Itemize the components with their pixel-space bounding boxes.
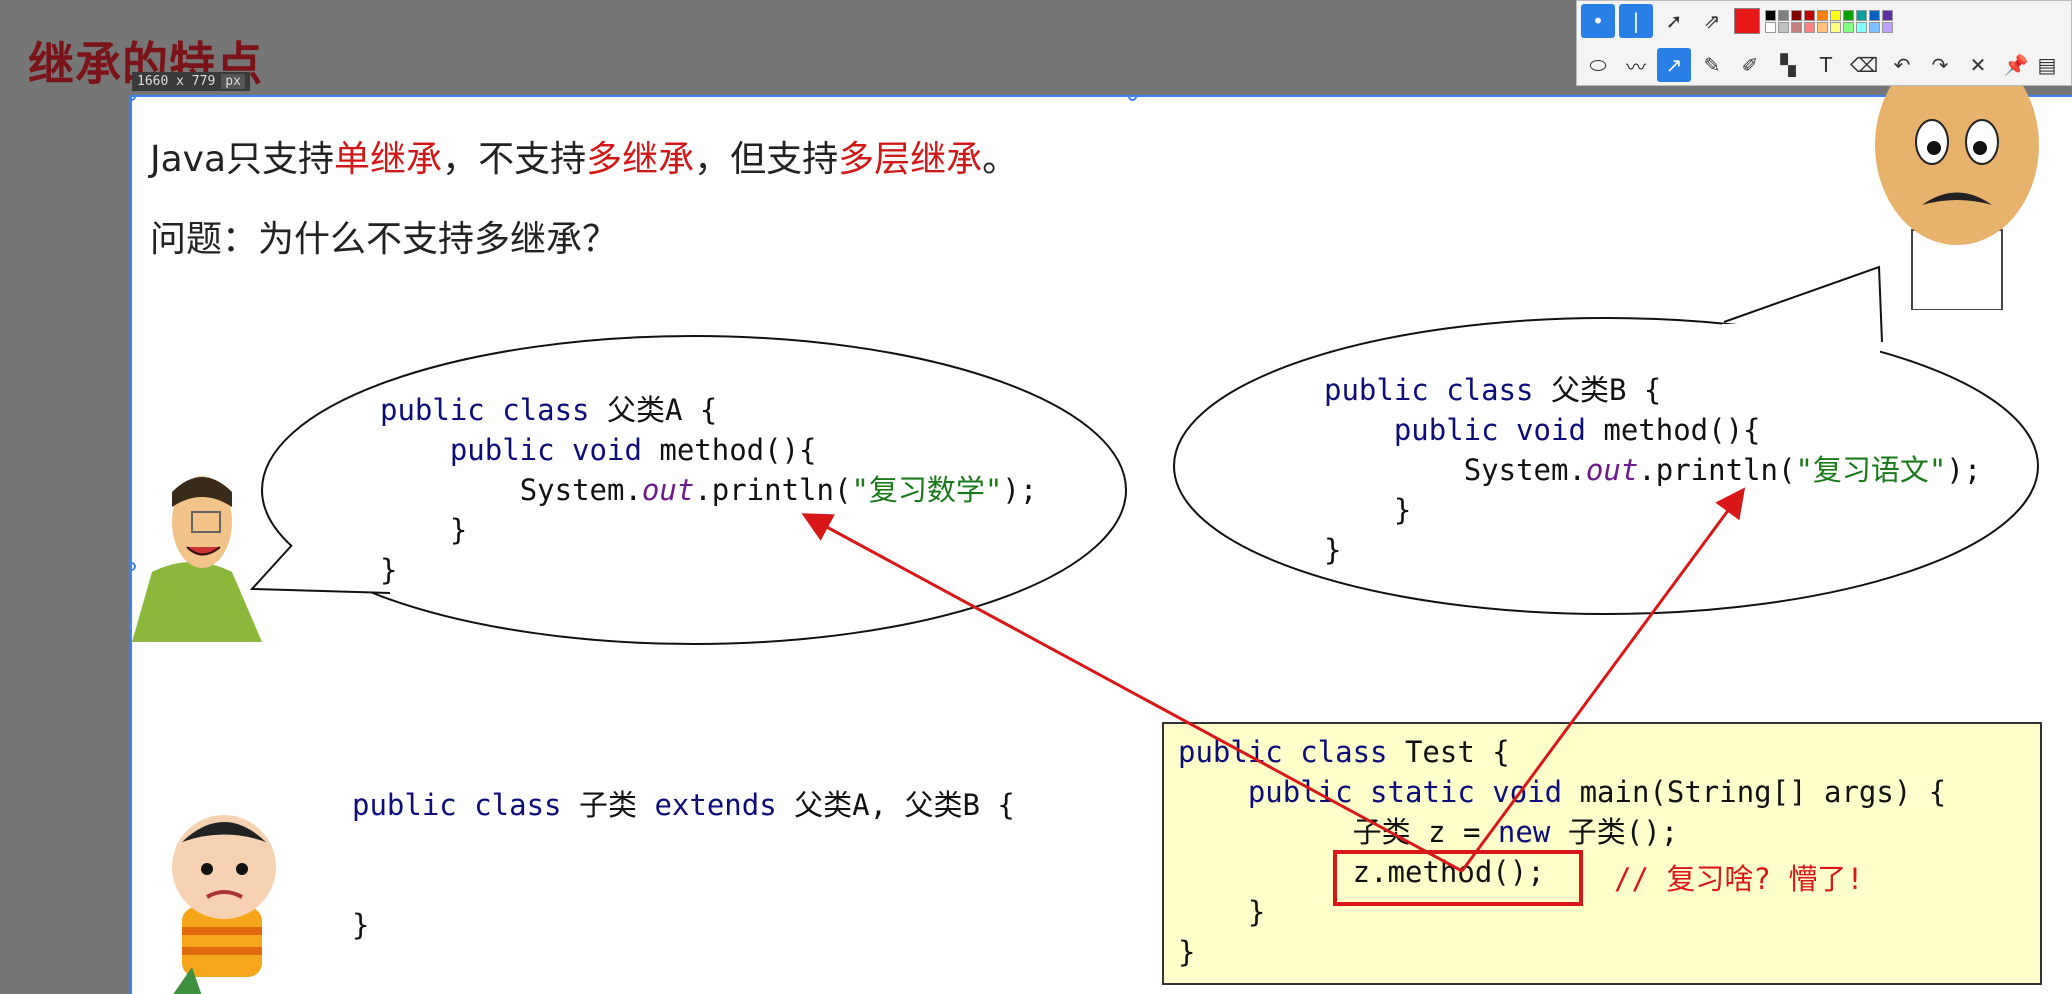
palette-color-swatch[interactable]: [1830, 9, 1841, 21]
palette-color-swatch[interactable]: [1869, 9, 1880, 21]
code-class-a: public class 父类A { public void method(){…: [380, 393, 1038, 587]
undo-icon[interactable]: ↶: [1885, 48, 1919, 82]
palette-color-swatch[interactable]: [1817, 9, 1828, 21]
selection-size-badge: 1660 x 779 px: [132, 72, 250, 91]
arrow-style-filled-icon[interactable]: ➚: [1657, 4, 1691, 38]
mosaic-tool-icon[interactable]: ▚: [1771, 48, 1805, 82]
arrow-tool-icon[interactable]: ↗: [1657, 48, 1691, 82]
color-palette[interactable]: [1765, 9, 1894, 33]
palette-color-swatch[interactable]: [1765, 9, 1776, 21]
code-subclass: public class 子类 extends 父类A, 父类B {: [352, 788, 1015, 822]
selected-color-swatch[interactable]: [1733, 4, 1761, 38]
curve-tool-icon[interactable]: 〰: [1619, 48, 1653, 82]
highlighter-tool-icon[interactable]: ✐: [1733, 48, 1767, 82]
palette-color-swatch[interactable]: [1882, 21, 1893, 33]
palette-color-swatch[interactable]: [1778, 9, 1789, 21]
palette-color-swatch[interactable]: [1869, 21, 1880, 33]
highlight-box: [1333, 850, 1583, 906]
palette-color-swatch[interactable]: [1882, 9, 1893, 21]
toolbar-row-top: • | ➚ ⇗: [1581, 3, 1894, 39]
eraser-tool-icon[interactable]: ⌫: [1847, 48, 1881, 82]
save-icon[interactable]: ▤: [2037, 48, 2057, 82]
pin-icon[interactable]: 📌: [1999, 48, 2033, 82]
screenshot-toolbar: • | ➚ ⇗ ⬭ 〰 ↗ ✎ ✐ ▚ T ⌫ ↶ ↷ ✕ 📌 ▤: [1576, 0, 2072, 86]
dot-size-icon[interactable]: •: [1581, 4, 1615, 38]
palette-color-swatch[interactable]: [1804, 21, 1815, 33]
palette-color-swatch[interactable]: [1817, 21, 1828, 33]
palette-color-swatch[interactable]: [1856, 9, 1867, 21]
palette-color-swatch[interactable]: [1765, 21, 1776, 33]
arrow-style-outline-icon[interactable]: ⇗: [1695, 4, 1729, 38]
palette-color-swatch[interactable]: [1804, 9, 1815, 21]
shape-tool-icon[interactable]: ⬭: [1581, 48, 1615, 82]
close-icon[interactable]: ✕: [1961, 48, 1995, 82]
palette-color-swatch[interactable]: [1830, 21, 1841, 33]
line-width-icon[interactable]: |: [1619, 4, 1653, 38]
code-test-class: public class Test { public static void m…: [1162, 722, 2042, 985]
palette-color-swatch[interactable]: [1843, 9, 1854, 21]
confused-comment: // 复习啥? 懵了!: [1614, 862, 1864, 896]
palette-color-swatch[interactable]: [1791, 9, 1802, 21]
palette-color-swatch[interactable]: [1856, 21, 1867, 33]
pen-tool-icon[interactable]: ✎: [1695, 48, 1729, 82]
text-tool-icon[interactable]: T: [1809, 48, 1843, 82]
code-subclass-close: }: [352, 908, 370, 942]
palette-color-swatch[interactable]: [1778, 21, 1789, 33]
palette-color-swatch[interactable]: [1791, 21, 1802, 33]
cartoon-man-glasses: [132, 476, 262, 642]
redo-icon[interactable]: ↷: [1923, 48, 1957, 82]
toolbar-row-bottom: ⬭ 〰 ↗ ✎ ✐ ▚ T ⌫ ↶ ↷ ✕ 📌 ▤: [1581, 47, 2057, 83]
capture-selection[interactable]: Java只支持单继承，不支持多继承，但支持多层继承。 问题：为什么不支持多继承？…: [130, 95, 2072, 994]
code-class-b: public class 父类B { public void method(){…: [1324, 373, 1982, 567]
palette-color-swatch[interactable]: [1843, 21, 1854, 33]
cartoon-angry-boy: [172, 815, 276, 994]
